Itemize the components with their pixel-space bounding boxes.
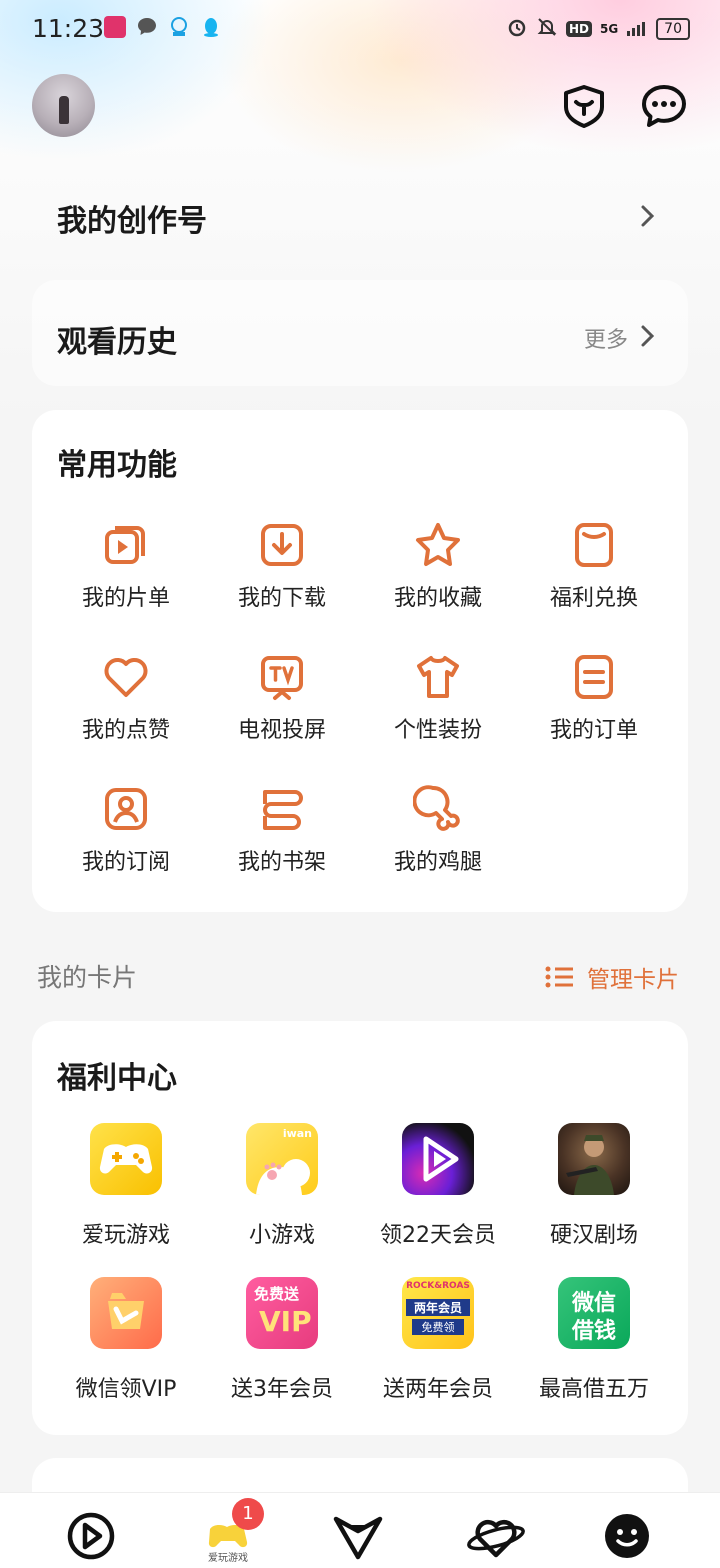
network-label: 5G (599, 22, 619, 36)
iwan-cat-icon: iwan (246, 1123, 318, 1195)
grid-item-label: 我的点赞 (81, 718, 170, 743)
playlist-icon (105, 526, 145, 564)
smiley-icon (605, 1514, 649, 1558)
grid-item-label: 我的订单 (549, 718, 638, 743)
app-label: 送3年会员 (231, 1377, 333, 1402)
app-label: 硬汉剧场 (549, 1223, 638, 1248)
history-title: 观看历史 (57, 325, 177, 360)
hd-icon: HD (565, 21, 592, 37)
grid-item-favorites[interactable]: 我的收藏 (358, 520, 518, 612)
grid-item-orders[interactable]: 我的订单 (514, 652, 674, 744)
grid-item-label: 福利兑换 (549, 586, 638, 611)
grid-item-download[interactable]: 我的下载 (202, 520, 362, 612)
avatar-figure (59, 96, 69, 124)
system-status-icons: HD 5G 70 (506, 16, 690, 42)
notification-icons (104, 16, 222, 42)
welfare-center-card: 福利中心 爱玩游戏 iwan 小游戏 领22天会员 硬汉剧场 微信领VIP 免费… (32, 1021, 688, 1435)
app-label: 微信领VIP (75, 1377, 177, 1402)
tv-cast-icon (261, 656, 303, 700)
grid-item-label: 个性装扮 (393, 718, 482, 743)
alarm-icon (506, 16, 528, 42)
drumstick-icon (413, 785, 460, 831)
app-item-tough-guy-theater[interactable]: 硬汉剧场 (514, 1123, 674, 1249)
app-label: 领22天会员 (380, 1223, 496, 1248)
battery-indicator: 70 (656, 18, 690, 40)
grid-item-label: 我的书架 (237, 850, 326, 875)
subscribe-icon (105, 788, 147, 830)
heart-icon (104, 658, 148, 697)
grid-item-dress-up[interactable]: 个性装扮 (358, 652, 518, 744)
grid-item-label: 我的鸡腿 (393, 850, 482, 875)
welfare-center-title: 福利中心 (57, 1061, 177, 1096)
app-item-wechat-loan[interactable]: 微信 借钱 最高借五万 (514, 1277, 674, 1403)
shirt-icon (417, 656, 459, 698)
chevron-right-icon[interactable] (639, 324, 657, 352)
chevron-right-icon (639, 204, 657, 232)
grid-item-playlist[interactable]: 我的片单 (46, 520, 206, 612)
grid-item-label: 我的订阅 (81, 850, 170, 875)
manage-cards-label: 管理卡片 (587, 967, 679, 993)
manage-cards-button[interactable]: 管理卡片 (545, 960, 679, 994)
vip-box-icon (90, 1277, 162, 1349)
bowtie-icon (333, 1516, 383, 1560)
grid-item-bookshelf[interactable]: 我的书架 (202, 784, 362, 876)
bookshelf-icon (263, 790, 303, 830)
status-bar: 11:23 HD 5G 70 (0, 0, 720, 58)
app-label: 最高借五万 (538, 1377, 649, 1402)
grid-item-exchange[interactable]: 福利兑换 (514, 520, 674, 612)
vip-ticket-icon: 免费送 VIP (246, 1277, 318, 1349)
more-link[interactable]: 更多 (584, 322, 628, 354)
common-functions-card: 常用功能 我的片单 我的下载 我的收藏 福利兑换 我的点赞 电视投屏 个性装扮 … (32, 410, 688, 912)
star-icon (416, 523, 460, 566)
message-notification-icon (136, 16, 158, 42)
order-icon (575, 655, 613, 699)
qq-icon (200, 16, 222, 42)
grid-item-likes[interactable]: 我的点赞 (46, 652, 206, 744)
common-functions-title: 常用功能 (57, 448, 177, 483)
grid-item-subscriptions[interactable]: 我的订阅 (46, 784, 206, 876)
app-item-wechat-vip[interactable]: 微信领VIP (46, 1277, 206, 1403)
mobile-app-icon (168, 16, 190, 42)
signal-icon (626, 16, 648, 42)
grid-item-label: 我的下载 (237, 586, 326, 611)
app-item-3-year-vip[interactable]: 免费送 VIP 送3年会员 (202, 1277, 362, 1403)
grid-item-drumstick[interactable]: 我的鸡腿 (358, 784, 518, 876)
creator-title: 我的创作号 (57, 204, 207, 239)
grid-item-label: 我的片单 (81, 586, 170, 611)
app-item-game[interactable]: 爱玩游戏 (46, 1123, 206, 1249)
tab-me[interactable] (602, 1511, 662, 1561)
status-time: 11:23 (32, 14, 105, 43)
exchange-icon (575, 523, 613, 567)
chat-icon[interactable] (640, 82, 688, 130)
app-notification-icon (104, 16, 126, 38)
download-icon (261, 524, 303, 566)
tab-vip[interactable] (330, 1511, 390, 1561)
shield-icon[interactable] (560, 82, 608, 130)
avatar[interactable] (32, 74, 95, 137)
play-logo-icon (67, 1512, 115, 1560)
my-cards-title: 我的卡片 (37, 963, 138, 992)
video-play-icon (402, 1123, 474, 1195)
app-label: 爱玩游戏 (81, 1223, 170, 1248)
grid-item-tv-cast[interactable]: 电视投屏 (202, 652, 362, 744)
grid-item-label: 我的收藏 (393, 586, 482, 611)
wechat-loan-icon: 微信 借钱 (558, 1277, 630, 1349)
game-controller-icon (90, 1123, 162, 1195)
app-item-mini-game[interactable]: iwan 小游戏 (202, 1123, 362, 1249)
tab-planet[interactable] (466, 1511, 526, 1561)
tab-home[interactable] (63, 1511, 123, 1561)
app-item-2-year-vip[interactable]: ROCK&ROAS 两年会员 免费领 送两年会员 (358, 1277, 518, 1403)
bottom-nav: 爱玩游戏 (0, 1492, 720, 1568)
grid-item-label: 电视投屏 (237, 718, 326, 743)
game-tab-label: 爱玩游戏 (208, 1553, 248, 1564)
planet-heart-icon (467, 1519, 525, 1558)
rock-roast-icon: ROCK&ROAS 两年会员 免费领 (402, 1277, 474, 1349)
soldier-poster-icon (558, 1123, 630, 1195)
notification-badge: 1 (232, 1498, 264, 1530)
app-item-membership-22[interactable]: 领22天会员 (358, 1123, 518, 1249)
app-label: 送两年会员 (382, 1377, 493, 1402)
app-label: 小游戏 (248, 1223, 315, 1248)
mute-bell-icon (536, 16, 558, 42)
list-icon (545, 966, 573, 988)
